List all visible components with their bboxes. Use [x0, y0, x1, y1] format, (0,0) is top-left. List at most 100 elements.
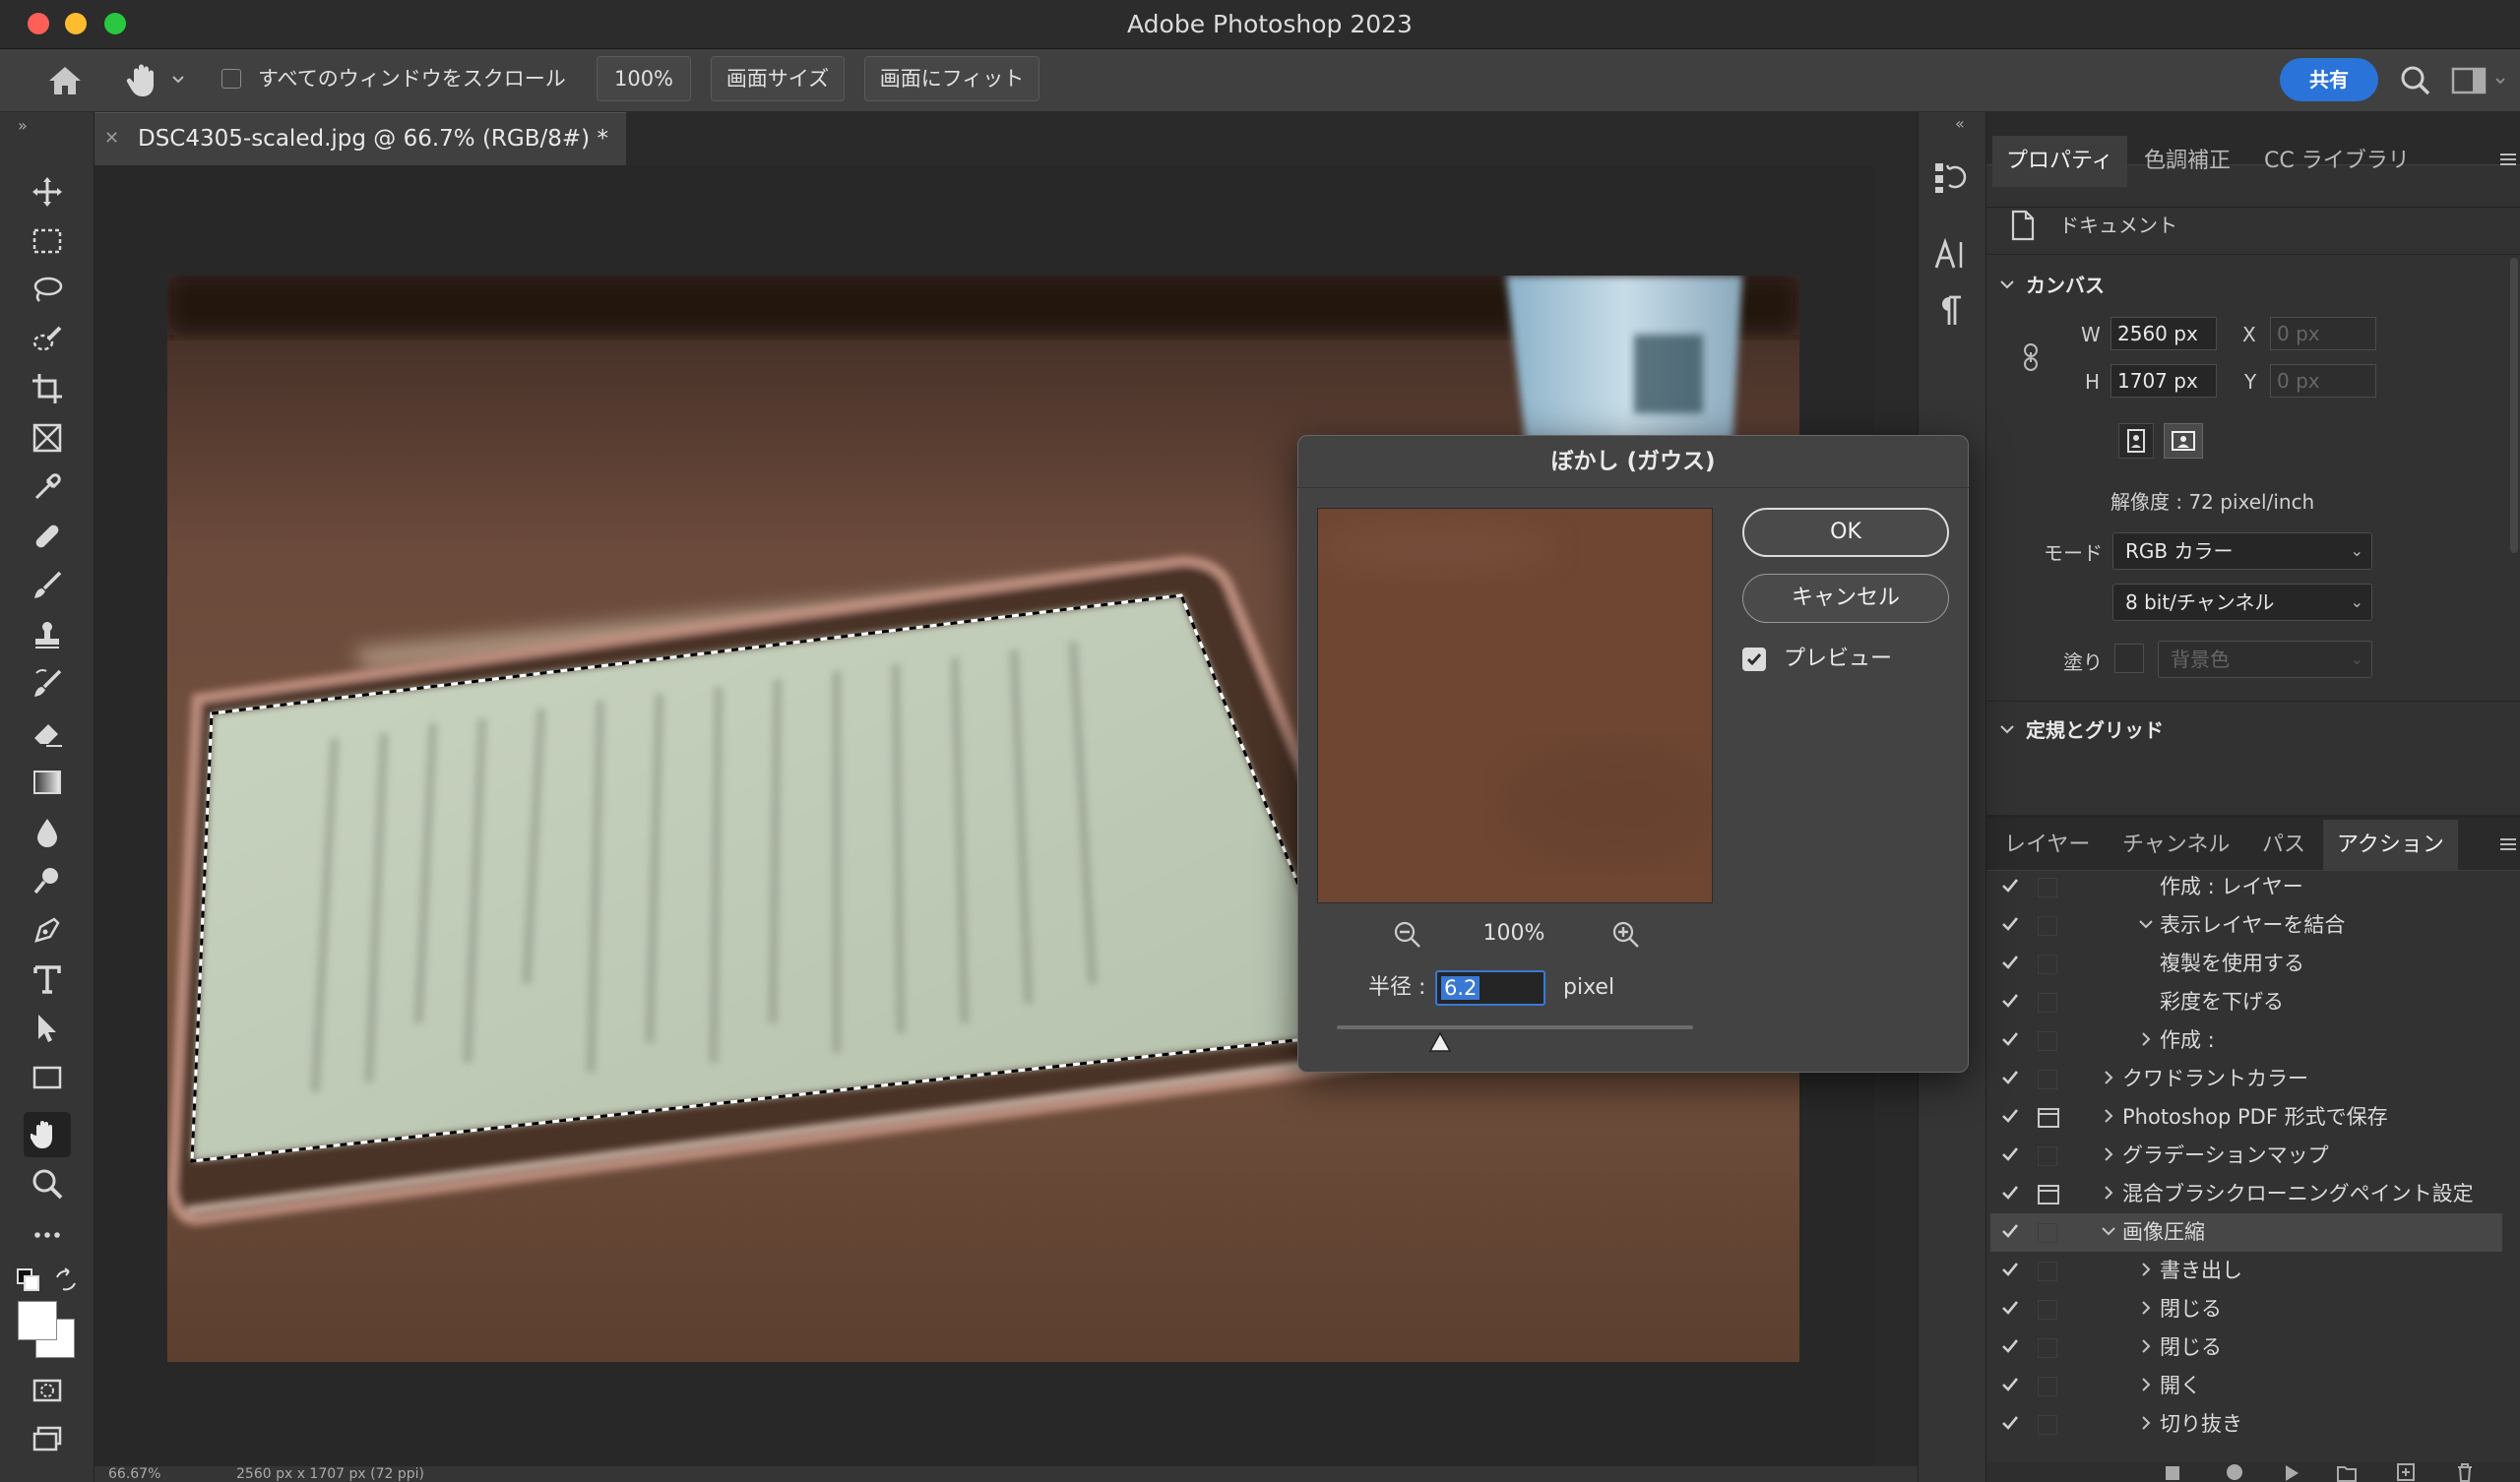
screen-mode-icon[interactable]	[24, 1417, 71, 1462]
radius-input[interactable]: 6.2	[1435, 970, 1545, 1006]
width-field[interactable]: 2560 px	[2110, 317, 2217, 350]
panel-menu-icon[interactable]	[2498, 834, 2518, 854]
action-row[interactable]: Photoshop PDF 形式で保存	[1990, 1098, 2502, 1137]
dialog-toggle[interactable]	[2038, 1223, 2057, 1243]
status-zoom[interactable]: 66.67%	[108, 1466, 160, 1482]
dialog-toggle[interactable]	[2038, 1415, 2057, 1435]
zoom-100-button[interactable]: 100%	[597, 56, 691, 101]
move-tool-icon[interactable]	[24, 169, 71, 215]
stop-icon[interactable]	[2166, 1466, 2179, 1480]
zoom-out-icon[interactable]	[1392, 919, 1421, 949]
history-panel-icon[interactable]	[1931, 159, 1967, 195]
check-icon[interactable]	[2000, 1375, 2020, 1394]
chevron-right-icon[interactable]	[2136, 1336, 2156, 1356]
fit-screen-button[interactable]: 画面にフィット	[864, 56, 1040, 101]
healing-brush-tool-icon[interactable]	[24, 514, 71, 559]
eyedropper-tool-icon[interactable]	[24, 464, 71, 510]
check-icon[interactable]	[2000, 953, 2020, 972]
check-icon[interactable]	[2000, 914, 2020, 934]
radius-slider-thumb[interactable]	[1428, 1031, 1452, 1053]
action-row[interactable]: 開く	[1990, 1367, 2502, 1405]
properties-scrollbar[interactable]	[2510, 258, 2518, 553]
pen-tool-icon[interactable]	[24, 907, 71, 953]
home-icon[interactable]	[45, 63, 85, 98]
cancel-button[interactable]: キャンセル	[1742, 574, 1949, 623]
x-field[interactable]: 0 px	[2270, 317, 2376, 350]
check-icon[interactable]	[2000, 1260, 2020, 1279]
chevron-right-icon[interactable]	[2099, 1106, 2118, 1126]
tab-actions[interactable]: アクション	[2323, 820, 2458, 871]
check-icon[interactable]	[2000, 1068, 2020, 1087]
tab-channels[interactable]: チャンネル	[2122, 820, 2230, 871]
record-icon[interactable]	[2227, 1464, 2242, 1480]
foreground-color-swatch[interactable]	[18, 1301, 57, 1340]
dialog-toggle[interactable]	[2038, 1146, 2057, 1166]
chevron-right-icon[interactable]	[2136, 1413, 2156, 1433]
default-colors-icon[interactable]	[16, 1267, 41, 1293]
fill-select[interactable]: 背景色 ⌄	[2158, 641, 2372, 678]
brush-tool-icon[interactable]	[24, 563, 71, 608]
action-row[interactable]: 彩度を下げる	[1990, 983, 2502, 1021]
action-row[interactable]: 複製を使用する	[1990, 945, 2502, 983]
dialog-toggle[interactable]	[2038, 1377, 2057, 1396]
landscape-orientation-icon[interactable]	[2164, 423, 2203, 459]
blur-tool-icon[interactable]	[24, 809, 71, 854]
zoom-tool-icon[interactable]	[24, 1161, 71, 1206]
height-field[interactable]: 1707 px	[2110, 364, 2217, 398]
tab-layers[interactable]: レイヤー	[2004, 820, 2090, 871]
gradient-tool-icon[interactable]	[24, 760, 71, 805]
check-icon[interactable]	[2000, 1221, 2020, 1241]
close-tab-icon[interactable]: ✕	[104, 128, 119, 149]
check-icon[interactable]	[2000, 1144, 2020, 1164]
chevron-down-icon[interactable]	[2136, 914, 2156, 934]
mode-select[interactable]: RGB カラー ⌄	[2112, 532, 2372, 570]
bit-depth-select[interactable]: 8 bit/チャンネル ⌄	[2112, 584, 2372, 621]
ok-button[interactable]: OK	[1742, 508, 1949, 557]
quick-selection-tool-icon[interactable]	[24, 317, 71, 362]
action-row[interactable]: 混合ブラシクローニングペイント設定	[1990, 1175, 2502, 1213]
search-icon[interactable]	[2398, 63, 2433, 98]
dialog-toggle[interactable]	[2038, 993, 2057, 1013]
chevron-down-icon[interactable]	[1998, 276, 2016, 293]
path-selection-tool-icon[interactable]	[24, 1006, 71, 1051]
blur-preview-pane[interactable]	[1317, 508, 1713, 903]
chevron-right-icon[interactable]	[2136, 1260, 2156, 1279]
chevron-right-icon[interactable]	[2136, 1298, 2156, 1318]
portrait-orientation-icon[interactable]	[2118, 423, 2154, 459]
panel-menu-icon[interactable]	[2498, 150, 2518, 169]
character-panel-icon[interactable]	[1933, 238, 1967, 272]
frame-tool-icon[interactable]	[24, 415, 71, 461]
crop-tool-icon[interactable]	[24, 366, 71, 411]
clone-stamp-tool-icon[interactable]	[24, 612, 71, 657]
dialog-toggle[interactable]	[2038, 1070, 2057, 1089]
paragraph-panel-icon[interactable]	[1933, 293, 1967, 327]
fill-swatch[interactable]	[2114, 644, 2144, 673]
dodge-tool-icon[interactable]	[24, 858, 71, 903]
action-row[interactable]: 作成 : レイヤー	[1990, 868, 2502, 906]
action-row[interactable]: クワドラントカラー	[1990, 1060, 2502, 1098]
share-button[interactable]: 共有	[2280, 58, 2378, 101]
dialog-toggle[interactable]	[2038, 955, 2057, 974]
status-dimensions[interactable]: 2560 px x 1707 px (72 ppi)	[236, 1466, 424, 1482]
check-icon[interactable]	[2000, 1106, 2020, 1126]
link-dimensions-icon[interactable]	[2020, 342, 2042, 372]
tab-properties[interactable]: プロパティ	[1992, 136, 2127, 187]
lasso-tool-icon[interactable]	[24, 268, 71, 313]
preview-checkbox[interactable]	[1742, 648, 1766, 671]
eraser-tool-icon[interactable]	[24, 710, 71, 756]
collapse-toolbar-icon[interactable]: »	[18, 116, 28, 135]
tab-cc-libraries[interactable]: CC ライブラリ	[2264, 136, 2410, 187]
action-row[interactable]: 画像圧縮	[1990, 1213, 2502, 1252]
y-field[interactable]: 0 px	[2270, 364, 2376, 398]
check-icon[interactable]	[2000, 991, 2020, 1011]
hand-tool-icon[interactable]	[24, 1112, 71, 1157]
trash-icon[interactable]	[2455, 1462, 2475, 1482]
play-icon[interactable]	[2284, 1464, 2300, 1482]
action-row[interactable]: 閉じる	[1990, 1328, 2502, 1367]
chevron-right-icon[interactable]	[2099, 1068, 2118, 1087]
swap-colors-icon[interactable]	[53, 1267, 79, 1293]
action-row[interactable]: 表示レイヤーを結合	[1990, 906, 2502, 945]
new-action-icon[interactable]	[2396, 1462, 2416, 1482]
tab-adjustments[interactable]: 色調補正	[2144, 136, 2231, 187]
chevron-right-icon[interactable]	[2099, 1183, 2118, 1203]
